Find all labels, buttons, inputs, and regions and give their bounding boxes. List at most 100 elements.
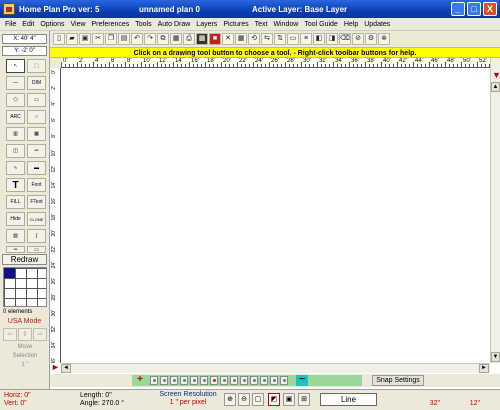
zoom-fit-icon[interactable]: ▢: [252, 393, 264, 406]
layer-dot-5[interactable]: [190, 376, 198, 385]
settings-icon[interactable]: ⚙: [365, 33, 377, 45]
move-right-icon[interactable]: ⇨: [33, 328, 47, 341]
text-tool[interactable]: T: [6, 178, 25, 192]
menu-edit[interactable]: Edit: [19, 21, 37, 28]
line-tool[interactable]: —: [6, 76, 25, 90]
group-icon[interactable]: ▭: [287, 33, 299, 45]
redo-icon[interactable]: ↷: [144, 33, 156, 45]
rectangle-tool[interactable]: ▭: [27, 93, 46, 107]
mirror-icon[interactable]: ⇅: [274, 33, 286, 45]
no-snap-icon[interactable]: ⊘: [352, 33, 364, 45]
move-vertical-icon[interactable]: ⇕: [18, 328, 32, 341]
vertical-scrollbar[interactable]: ▼ ▲ ▼: [490, 58, 500, 363]
scroll-left-button[interactable]: ◄: [61, 364, 71, 373]
clone-tool[interactable]: CLONE: [27, 212, 46, 226]
save-icon[interactable]: ▣: [79, 33, 91, 45]
layer-dot-8[interactable]: [220, 376, 228, 385]
thick-line-tool[interactable]: ▬: [27, 161, 46, 175]
copy-icon[interactable]: ❐: [105, 33, 117, 45]
redraw-button[interactable]: Redraw: [2, 254, 47, 265]
menu-help[interactable]: Help: [341, 21, 361, 28]
paste-icon[interactable]: ▤: [118, 33, 130, 45]
select-arrow-tool[interactable]: ↖: [6, 59, 25, 73]
layer-icon[interactable]: ▩: [196, 33, 208, 45]
grid-icon[interactable]: ▦: [235, 33, 247, 45]
scroll-up-button[interactable]: ▲: [491, 82, 500, 92]
front-icon[interactable]: ◧: [313, 33, 325, 45]
rotate-icon[interactable]: ⟲: [248, 33, 260, 45]
line-style-selector[interactable]: Line: [320, 393, 377, 406]
layer-dot-3[interactable]: [170, 376, 178, 385]
color-palette-grid[interactable]: [3, 267, 47, 307]
copy-page-icon[interactable]: ⧉: [157, 33, 169, 45]
menu-file[interactable]: File: [2, 21, 19, 28]
window-grid-tool[interactable]: ▦: [27, 127, 46, 141]
minimize-button[interactable]: _: [451, 2, 465, 16]
menu-tools[interactable]: Tools: [132, 21, 154, 28]
area-select-tool[interactable]: ⬚: [27, 59, 46, 73]
layer-dot-12[interactable]: [260, 376, 268, 385]
layer-dot-6[interactable]: [200, 376, 208, 385]
menu-options[interactable]: Options: [37, 21, 67, 28]
menu-tool-guide[interactable]: Tool Guide: [301, 21, 340, 28]
freehand-tool[interactable]: ∫: [27, 229, 46, 243]
font-tool[interactable]: Font: [27, 178, 46, 192]
undo-icon[interactable]: ↶: [131, 33, 143, 45]
fill-tool[interactable]: FILL: [6, 195, 25, 209]
horizontal-scrollbar[interactable]: ◄ ►: [61, 363, 490, 373]
box-style-tool[interactable]: ▭: [27, 246, 46, 253]
layer-dot-14[interactable]: [280, 376, 288, 385]
menu-view[interactable]: View: [67, 21, 88, 28]
menu-updates[interactable]: Updates: [361, 21, 393, 28]
delete-x-icon[interactable]: ✕: [222, 33, 234, 45]
back-icon[interactable]: ◨: [326, 33, 338, 45]
zoom-out-icon[interactable]: ⊖: [238, 393, 250, 406]
menu-auto-draw[interactable]: Auto Draw: [155, 21, 194, 28]
layer-dot-13[interactable]: [270, 376, 278, 385]
polygon-tool[interactable]: ⬠: [6, 93, 25, 107]
menu-preferences[interactable]: Preferences: [89, 21, 133, 28]
print-icon[interactable]: ⎙: [183, 33, 195, 45]
selected-color-swatch[interactable]: [4, 268, 15, 278]
close-button[interactable]: X: [483, 2, 497, 16]
arc-tool[interactable]: ARC: [6, 110, 25, 124]
red-right-arrow-icon[interactable]: ►: [50, 363, 61, 373]
curve-tool[interactable]: ∿: [6, 161, 25, 175]
color-icon[interactable]: ■: [209, 33, 221, 45]
layer-dot-2[interactable]: [160, 376, 168, 385]
layer-dot-10[interactable]: [240, 376, 248, 385]
zoom-page-icon[interactable]: ▣: [283, 393, 295, 406]
menu-text[interactable]: Text: [252, 21, 271, 28]
add-layer-button[interactable]: +: [134, 375, 146, 386]
remove-layer-button[interactable]: −: [296, 375, 308, 386]
menu-layers[interactable]: Layers: [193, 21, 220, 28]
layer-dot-11[interactable]: [250, 376, 258, 385]
red-down-arrow-icon[interactable]: ▼: [492, 70, 500, 80]
circle-tool[interactable]: ○: [27, 110, 46, 124]
usa-mode-label[interactable]: USA Mode: [2, 318, 47, 325]
ftext-tool[interactable]: FText: [27, 195, 46, 209]
erase-icon[interactable]: ⌫: [339, 33, 351, 45]
door-tool[interactable]: ◫: [6, 144, 25, 158]
dimension-tool[interactable]: DIM: [27, 76, 46, 90]
scroll-right-button[interactable]: ►: [479, 364, 489, 373]
cancel-icon[interactable]: ⊗: [378, 33, 390, 45]
layer-dot-1[interactable]: [150, 376, 158, 385]
double-line-tool[interactable]: ═: [27, 144, 46, 158]
new-file-icon[interactable]: ▯: [53, 33, 65, 45]
menu-pictures[interactable]: Pictures: [220, 21, 251, 28]
wall-tool[interactable]: ▥: [6, 127, 25, 141]
align-icon[interactable]: ≡: [300, 33, 312, 45]
hide-tool[interactable]: Hide: [6, 212, 25, 226]
zoom-in-icon[interactable]: ⊕: [224, 393, 236, 406]
flip-icon[interactable]: ⇆: [261, 33, 273, 45]
properties-icon[interactable]: ▦: [170, 33, 182, 45]
zoom-extents-icon[interactable]: ⊞: [298, 393, 310, 406]
line-style-tool[interactable]: ═: [6, 246, 25, 253]
layer-dot-9[interactable]: [230, 376, 238, 385]
menu-window[interactable]: Window: [270, 21, 301, 28]
move-left-icon[interactable]: ⇦: [3, 328, 17, 341]
scroll-down-button[interactable]: ▼: [491, 352, 500, 362]
zoom-window-icon[interactable]: ◩: [268, 393, 280, 406]
layer-dot-4[interactable]: [180, 376, 188, 385]
